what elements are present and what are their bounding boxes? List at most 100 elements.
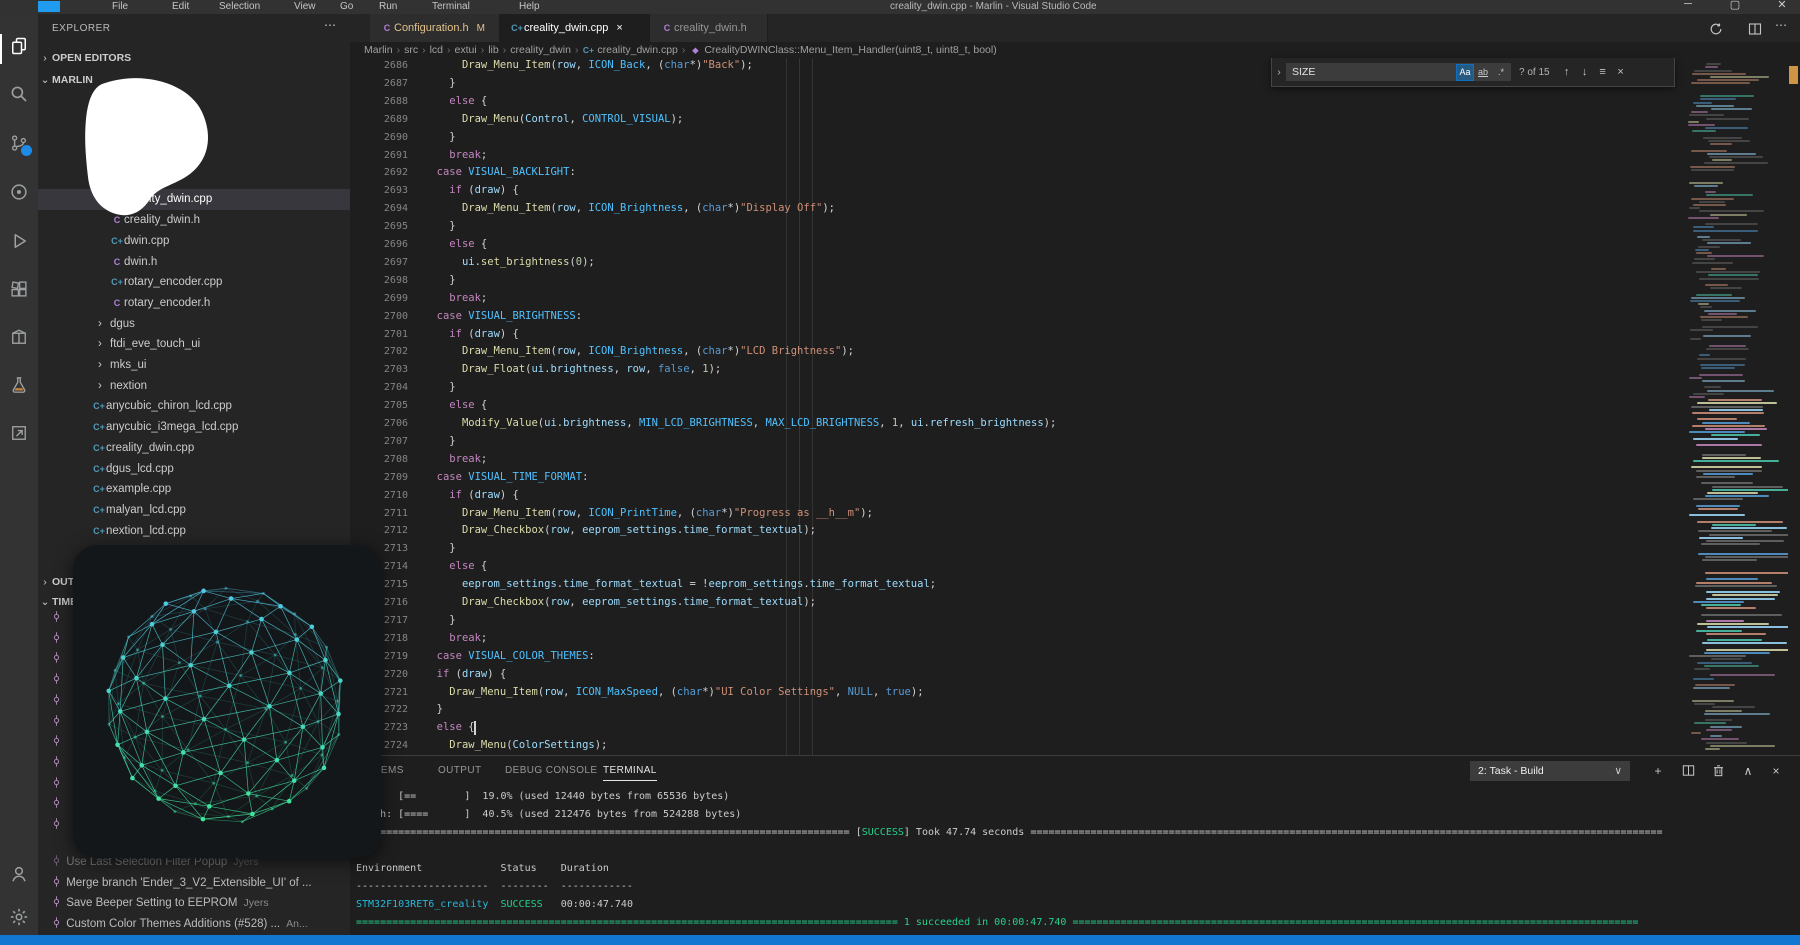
- code-line[interactable]: 2722 }: [350, 701, 1684, 719]
- menu-item-run[interactable]: Run: [375, 0, 401, 13]
- tab-close-icon[interactable]: ×: [616, 22, 622, 34]
- package-icon[interactable]: [7, 325, 31, 349]
- code-line[interactable]: 2689 Draw_Menu(Control, CONTROL_VISUAL);: [350, 111, 1684, 129]
- code-line[interactable]: 2710 if (draw) {: [350, 487, 1684, 505]
- code-line[interactable]: 2708 break;: [350, 451, 1684, 469]
- panel-tab-output[interactable]: OUTPUT: [438, 762, 482, 780]
- code-line[interactable]: 2695 }: [350, 218, 1684, 236]
- editor-more-actions-icon[interactable]: ⋯: [1775, 18, 1787, 32]
- maximize-panel-icon[interactable]: ∧: [1740, 763, 1756, 779]
- extensions-icon[interactable]: [7, 277, 31, 301]
- test-beaker-icon[interactable]: [7, 373, 31, 397]
- split-editor-icon[interactable]: [1747, 21, 1763, 37]
- code-line[interactable]: 2719 case VISUAL_COLOR_THEMES:: [350, 648, 1684, 666]
- code-line[interactable]: 2690 }: [350, 129, 1684, 147]
- menu-item-edit[interactable]: Edit: [168, 0, 193, 13]
- breadcrumb[interactable]: Marlin›src›lcd›extui›lib›creality_dwin›C…: [350, 42, 1684, 58]
- account-icon[interactable]: [7, 862, 31, 886]
- breadcrumb-item[interactable]: creality_dwin: [510, 44, 571, 56]
- tab-creality_dwin-h[interactable]: Ccreality_dwin.h: [650, 14, 768, 42]
- code-line[interactable]: 2701 if (draw) {: [350, 326, 1684, 344]
- code-line[interactable]: 2706 Modify_Value(ui.brightness, MIN_LCD…: [350, 415, 1684, 433]
- close-panel-icon[interactable]: ×: [1768, 763, 1784, 779]
- code-line[interactable]: 2723 else {: [350, 719, 1684, 737]
- breadcrumb-item[interactable]: lib: [488, 44, 499, 56]
- code-line[interactable]: 2714 else {: [350, 558, 1684, 576]
- tree-item[interactable]: Cdwin.h: [38, 252, 350, 273]
- code-line[interactable]: 2692 case VISUAL_BACKLIGHT:: [350, 164, 1684, 182]
- tree-item[interactable]: C+creality_dwin.cpp: [38, 438, 350, 459]
- code-line[interactable]: 2704 }: [350, 379, 1684, 397]
- code-line[interactable]: 2713 }: [350, 540, 1684, 558]
- tree-item[interactable]: C+dwin.cpp: [38, 231, 350, 252]
- breadcrumb-item[interactable]: src: [404, 44, 418, 56]
- code-line[interactable]: 2699 break;: [350, 290, 1684, 308]
- breadcrumb-symbol[interactable]: CrealityDWINClass::Menu_Item_Handler(uin…: [701, 44, 996, 56]
- kill-terminal-icon[interactable]: [1710, 763, 1726, 779]
- search-icon[interactable]: [7, 82, 31, 106]
- regex-icon[interactable]: .*: [1493, 65, 1509, 80]
- timeline-item[interactable]: Merge branch 'Ender_3_V2_Extensible_UI' …: [38, 873, 350, 894]
- menu-item-go[interactable]: Go: [336, 0, 357, 13]
- code-line[interactable]: 2711 Draw_Menu_Item(row, ICON_PrintTime,…: [350, 505, 1684, 523]
- tree-item[interactable]: ›ftdi_eve_touch_ui: [38, 334, 350, 355]
- split-terminal-icon[interactable]: [1680, 763, 1696, 779]
- settings-gear-icon[interactable]: [7, 905, 31, 929]
- find-next-icon[interactable]: ↓: [1576, 66, 1594, 78]
- tab-Configuration-h[interactable]: CConfiguration.hM: [370, 14, 500, 42]
- minimap[interactable]: [1684, 58, 1788, 755]
- menu-item-file[interactable]: File: [108, 0, 132, 13]
- live-share-icon[interactable]: [7, 180, 31, 204]
- code-line[interactable]: 2716 Draw_Checkbox(row, eeprom_settings.…: [350, 594, 1684, 612]
- code-line[interactable]: 2715 eeprom_settings.time_format_textual…: [350, 576, 1684, 594]
- tree-item[interactable]: C+dgus_lcd.cpp: [38, 459, 350, 480]
- menu-item-selection[interactable]: Selection: [215, 0, 264, 13]
- code-line[interactable]: 2717 }: [350, 612, 1684, 630]
- code-line[interactable]: 2705 else {: [350, 397, 1684, 415]
- tree-item[interactable]: ›dgus: [38, 314, 350, 335]
- tree-item[interactable]: C+rotary_encoder.cpp: [38, 272, 350, 293]
- panel-tab-terminal[interactable]: TERMINAL: [603, 762, 657, 781]
- tree-item[interactable]: ›mks_ui: [38, 355, 350, 376]
- code-line[interactable]: 2724 Draw_Menu(ColorSettings);: [350, 737, 1684, 755]
- breadcrumb-file[interactable]: creality_dwin.cpp: [594, 44, 677, 56]
- code-line[interactable]: 2718 break;: [350, 630, 1684, 648]
- remote-explorer-icon[interactable]: [7, 421, 31, 445]
- minimize-button[interactable]: ─: [1678, 0, 1698, 10]
- code-line[interactable]: 2720 if (draw) {: [350, 666, 1684, 684]
- code-line[interactable]: 2712 Draw_Checkbox(row, eeprom_settings.…: [350, 522, 1684, 540]
- terminal-picker[interactable]: 2: Task - Build∨: [1470, 761, 1630, 781]
- menu-item-help[interactable]: Help: [515, 0, 544, 13]
- code-editor[interactable]: 2686 Draw_Menu_Item(row, ICON_Back, (cha…: [350, 58, 1684, 755]
- toggle-replace-icon[interactable]: ›: [1272, 66, 1286, 78]
- search-input[interactable]: SIZE Aa ab .*: [1286, 63, 1511, 81]
- more-actions-icon[interactable]: ⋯: [324, 18, 336, 32]
- find-close-icon[interactable]: ×: [1612, 66, 1630, 78]
- find-in-selection-icon[interactable]: ≡: [1594, 66, 1612, 78]
- close-button[interactable]: ✕: [1772, 0, 1792, 11]
- maximize-button[interactable]: ▢: [1725, 0, 1745, 11]
- timeline-item[interactable]: Custom Color Themes Additions (#528) ...…: [38, 914, 350, 935]
- code-line[interactable]: 2694 Draw_Menu_Item(row, ICON_Brightness…: [350, 200, 1684, 218]
- panel-tab-debug-console[interactable]: DEBUG CONSOLE: [505, 762, 597, 780]
- breadcrumb-item[interactable]: extui: [455, 44, 477, 56]
- terminal-output[interactable]: RAM: [== ] 19.0% (used 12440 bytes from …: [356, 786, 1796, 934]
- run-debug-icon[interactable]: [7, 229, 31, 253]
- section-open-editors[interactable]: ›OPEN EDITORS: [38, 48, 350, 68]
- status-bar[interactable]: [0, 935, 1800, 945]
- tree-item[interactable]: Crotary_encoder.h: [38, 293, 350, 314]
- code-line[interactable]: 2697 ui.set_brightness(0);: [350, 254, 1684, 272]
- code-line[interactable]: 2707 }: [350, 433, 1684, 451]
- breadcrumb-item[interactable]: lcd: [430, 44, 443, 56]
- code-line[interactable]: 2698 }: [350, 272, 1684, 290]
- tree-item[interactable]: C+malyan_lcd.cpp: [38, 500, 350, 521]
- find-previous-icon[interactable]: ↑: [1558, 66, 1576, 78]
- tree-item[interactable]: C+nextion_lcd.cpp: [38, 521, 350, 542]
- match-case-icon[interactable]: Aa: [1457, 65, 1473, 80]
- new-terminal-icon[interactable]: +: [1650, 763, 1666, 779]
- open-changes-icon[interactable]: [1708, 21, 1724, 37]
- tree-item[interactable]: C+example.cpp: [38, 479, 350, 500]
- code-line[interactable]: 2691 break;: [350, 147, 1684, 165]
- code-line[interactable]: 2693 if (draw) {: [350, 182, 1684, 200]
- menu-item-terminal[interactable]: Terminal: [428, 0, 474, 13]
